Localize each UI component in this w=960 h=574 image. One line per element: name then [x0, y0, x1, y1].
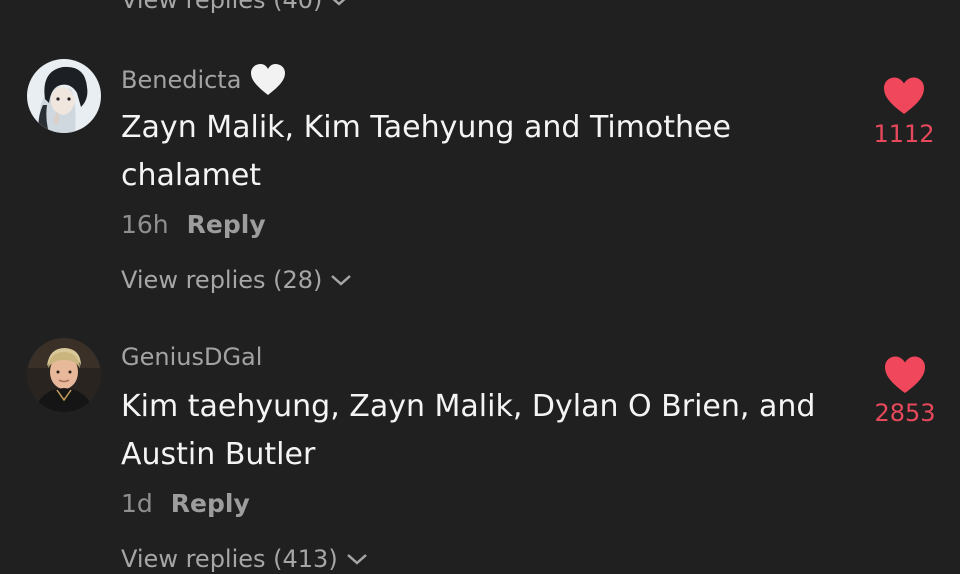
like-button[interactable]: 1112 — [864, 76, 944, 148]
like-count: 2853 — [874, 399, 936, 427]
comment-username[interactable]: Benedicta — [121, 62, 287, 98]
reply-button[interactable]: Reply — [187, 210, 266, 239]
comment-meta: 1d Reply — [121, 489, 250, 518]
view-replies-previous[interactable]: View replies (40) — [121, 0, 350, 14]
chevron-down-icon — [346, 554, 367, 565]
person-photo-avatar — [27, 338, 101, 412]
username-label: GeniusDGal — [121, 343, 263, 371]
chevron-down-icon — [333, 0, 346, 6]
comment-username[interactable]: GeniusDGal — [121, 343, 262, 371]
reply-button[interactable]: Reply — [171, 489, 250, 518]
heart-icon — [884, 77, 924, 114]
view-replies-label: View replies (40) — [121, 0, 323, 14]
view-replies-button[interactable]: View replies (413) — [121, 545, 368, 573]
white-heart-icon — [251, 64, 286, 95]
avatar[interactable] — [27, 59, 101, 133]
avatar[interactable] — [27, 338, 101, 412]
comment-time: 16h — [121, 210, 169, 239]
comment-meta: 16h Reply — [121, 210, 266, 239]
view-replies-label: View replies (28) — [121, 266, 323, 294]
username-label: Benedicta — [121, 66, 242, 94]
like-button[interactable]: 2853 — [865, 355, 945, 427]
view-replies-button[interactable]: View replies (28) — [121, 266, 352, 294]
chevron-down-icon — [331, 275, 352, 286]
comment-text: Kim taehyung, Zayn Malik, Dylan O Brien,… — [121, 389, 816, 472]
comment-time: 1d — [121, 489, 153, 518]
anime-character-avatar — [27, 59, 101, 133]
like-count: 1112 — [873, 120, 935, 148]
view-replies-label: View replies (413) — [121, 545, 338, 573]
heart-icon — [885, 356, 925, 393]
comments-screen: View replies (40) Benedicta Zayn Malik, … — [0, 0, 960, 574]
comment-text: Zayn Malik, Kim Taehyung and Timothee ch… — [121, 110, 731, 193]
